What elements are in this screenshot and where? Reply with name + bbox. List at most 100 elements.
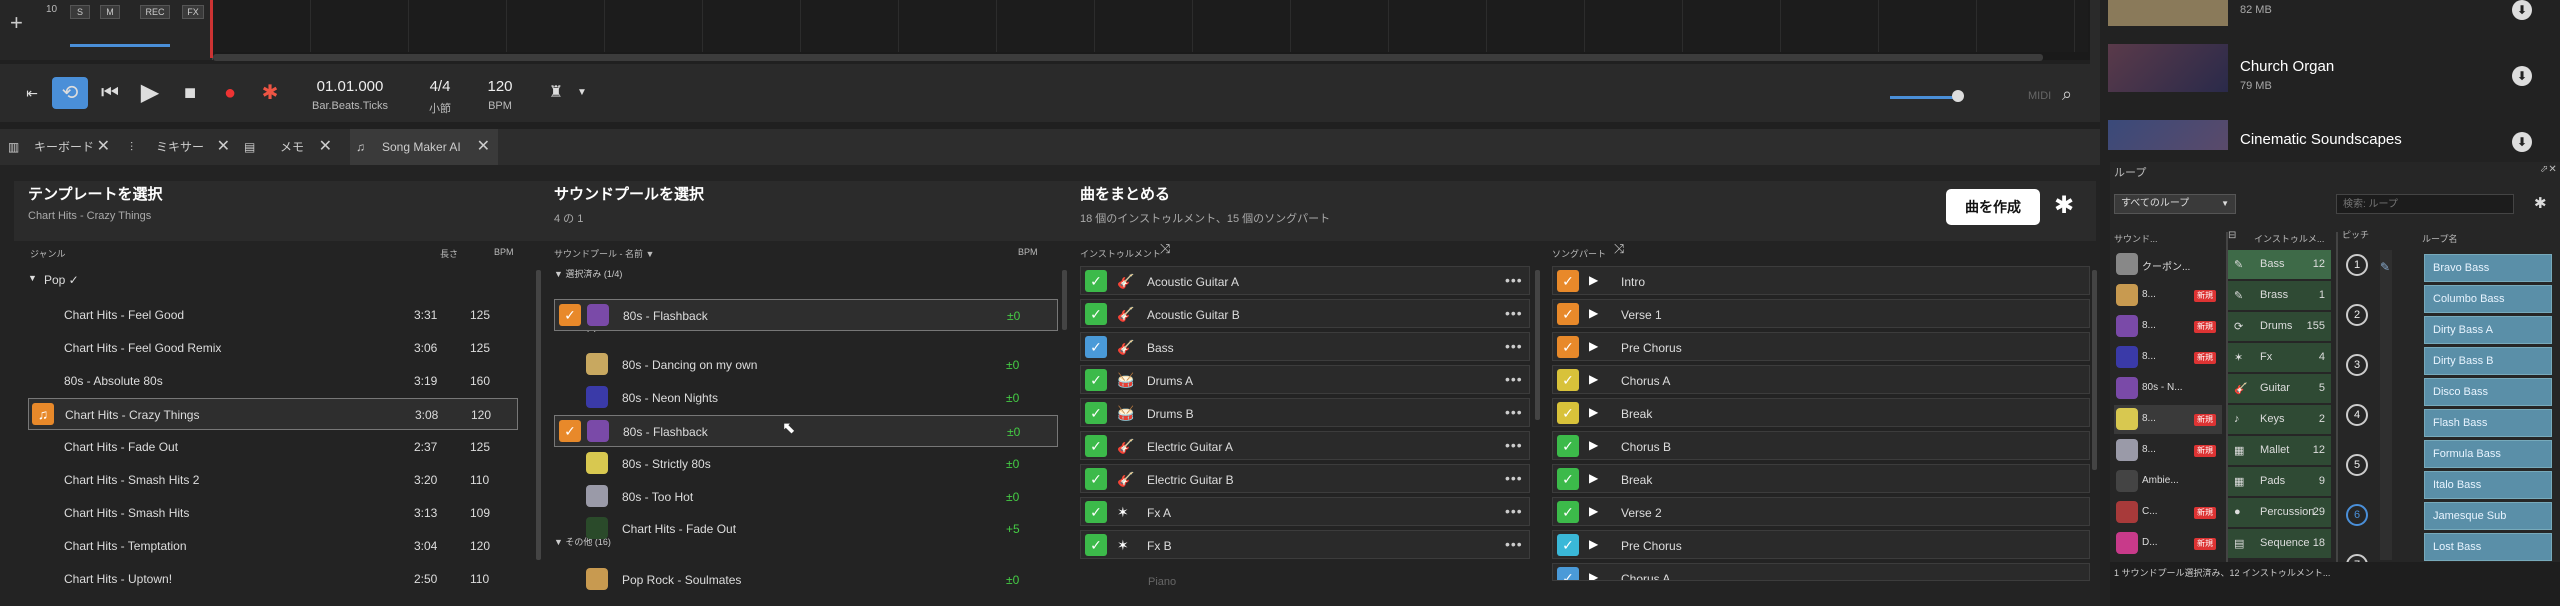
more-options-icon[interactable]: •••: [1505, 404, 1523, 420]
download-icon[interactable]: ⬇: [2512, 0, 2532, 20]
template-row[interactable]: ♫ Chart Hits - Crazy Things 3:08 120: [28, 398, 518, 430]
loop-name-row[interactable]: Columbo Bass: [2424, 285, 2552, 313]
check-icon[interactable]: ✓: [1557, 402, 1579, 424]
soundpool-name-header[interactable]: サウンドプール - 名前 ▼: [554, 247, 654, 260]
tab-song-maker[interactable]: ♫ Song Maker AI ✕: [350, 129, 498, 165]
loop-name-row[interactable]: Italo Bass: [2424, 471, 2552, 499]
solo-button[interactable]: S: [70, 5, 90, 19]
song-part-row[interactable]: ✓ ▶ Verse 1: [1552, 299, 2090, 328]
shuffle-instruments-icon[interactable]: ⤨: [1160, 241, 1170, 257]
template-row[interactable]: Chart Hits - Temptation 3:04 120: [28, 530, 518, 562]
template-row[interactable]: Chart Hits - Uptown! 2:50 110: [28, 563, 518, 595]
parts-scrollbar[interactable]: [2092, 270, 2097, 470]
loop-instrument-row[interactable]: ✎ Brass 1: [2228, 281, 2331, 310]
more-options-icon[interactable]: •••: [1505, 437, 1523, 453]
pitch-button[interactable]: 4: [2346, 404, 2368, 426]
soundpool-row[interactable]: 80s - Dancing on my own ±0: [554, 349, 1058, 381]
soundpool-row[interactable]: ✓ 80s - Flashback ±0: [554, 299, 1058, 331]
check-icon[interactable]: ✓: [1085, 402, 1107, 424]
loop-name-row[interactable]: Formula Bass: [2424, 440, 2552, 468]
download-icon[interactable]: ⬇: [2512, 66, 2532, 86]
instrument-row[interactable]: ✓ 🎸 Electric Guitar B •••: [1080, 464, 1530, 493]
loop-name-row[interactable]: Lost Bass: [2424, 533, 2552, 561]
instrument-column-header[interactable]: インストゥルメ...: [2254, 232, 2324, 245]
instruments-scrollbar[interactable]: [1535, 270, 1540, 420]
instrument-row[interactable]: ✓ 🎸 Bass •••: [1080, 332, 1530, 361]
loop-sound-row[interactable]: クーポン...: [2114, 250, 2222, 279]
shuffle-parts-icon[interactable]: ⤨: [1614, 241, 1624, 257]
loop-sound-row[interactable]: 8... 新規: [2114, 436, 2222, 465]
loop-filter-dropdown[interactable]: すべてのループ ▼: [2114, 194, 2236, 214]
pitch-button[interactable]: 6: [2346, 504, 2368, 526]
song-part-row[interactable]: ✓ ▶ Chorus A: [1552, 365, 2090, 394]
check-icon[interactable]: ✓: [1557, 468, 1579, 490]
check-icon[interactable]: ✓: [1085, 303, 1107, 325]
vertical-scrollbar[interactable]: [2090, 0, 2100, 64]
time-display[interactable]: 01.01.000: [300, 78, 400, 95]
loop-sound-row[interactable]: 8... 新規: [2114, 343, 2222, 372]
more-options-icon[interactable]: •••: [1505, 371, 1523, 387]
tempo-display[interactable]: 120: [480, 78, 520, 95]
loop-sound-row[interactable]: 80s - N...: [2114, 374, 2222, 403]
song-part-row[interactable]: ✓ ▶ Break: [1552, 398, 2090, 427]
check-icon[interactable]: ✓: [1085, 501, 1107, 523]
check-icon[interactable]: ✓: [1085, 534, 1107, 556]
arrange-scrollbar-left[interactable]: [1062, 270, 1067, 330]
instrument-row[interactable]: ✓ 🎸 Electric Guitar A •••: [1080, 431, 1530, 460]
instrument-row[interactable]: ✓ 🎸 Acoustic Guitar B •••: [1080, 299, 1530, 328]
loop-instrument-row[interactable]: 🎸 Guitar 5: [2228, 374, 2331, 403]
loop-sound-row[interactable]: C... 新規: [2114, 498, 2222, 527]
check-icon[interactable]: ✓: [1085, 435, 1107, 457]
collapse-icon[interactable]: ⊟: [2228, 230, 2236, 241]
signature-display[interactable]: 4/4: [420, 78, 460, 95]
song-part-row[interactable]: ✓ ▶ Intro: [1552, 266, 2090, 295]
instrument-row[interactable]: ✓ 🎸 Acoustic Guitar A •••: [1080, 266, 1530, 295]
instrument-row[interactable]: ✓ ✶ Fx A •••: [1080, 497, 1530, 526]
pitch-button[interactable]: 3: [2346, 354, 2368, 376]
template-row[interactable]: Chart Hits - Smash Hits 3:13 109: [28, 497, 518, 529]
loop-sound-row[interactable]: D... 新規: [2114, 529, 2222, 558]
loop-instrument-row[interactable]: ✶ Fx 4: [2228, 343, 2331, 372]
check-icon[interactable]: ✓: [1557, 369, 1579, 391]
loop-preview-icon[interactable]: ✎: [2380, 260, 2390, 274]
sound-column-header[interactable]: サウンド...: [2114, 232, 2158, 245]
check-icon[interactable]: ✓: [1557, 270, 1579, 292]
soundpool-scrollbar[interactable]: [536, 270, 541, 560]
song-part-row[interactable]: ✓ ▶ Chorus B: [1552, 431, 2090, 460]
gear-icon[interactable]: ✱: [2054, 191, 2074, 220]
template-row[interactable]: Chart Hits - Feel Good 3:31 125: [28, 299, 518, 331]
template-row[interactable]: Chart Hits - Smash Hits 2 3:20 110: [28, 464, 518, 496]
loop-instrument-row[interactable]: ▦ Pads 9: [2228, 467, 2331, 496]
add-track-icon[interactable]: +: [10, 10, 23, 36]
loop-name-row[interactable]: Dirty Bass A: [2424, 316, 2552, 344]
genre-group-pop[interactable]: ▼ Pop ✓: [28, 264, 518, 296]
loop-name-row[interactable]: Jamesque Sub: [2424, 502, 2552, 530]
arranger-grid[interactable]: [213, 0, 2088, 52]
record-icon[interactable]: ●: [212, 77, 248, 109]
song-part-row[interactable]: ✓ ▶ Verse 2: [1552, 497, 2090, 526]
soundbank-thumbnail[interactable]: [2108, 0, 2228, 26]
track-volume-bar[interactable]: [70, 44, 170, 47]
return-icon[interactable]: ⇤: [14, 77, 50, 109]
loop-sound-row[interactable]: 8... 新規: [2114, 312, 2222, 341]
loop-instrument-row[interactable]: ⟳ Drums 155: [2228, 312, 2331, 341]
tab-mixer[interactable]: ⫶ ミキサー ✕: [120, 129, 238, 165]
loop-name-row[interactable]: Dirty Bass B: [2424, 347, 2552, 375]
check-icon[interactable]: ✓: [1557, 534, 1579, 556]
loop-search-input[interactable]: [2336, 194, 2514, 214]
more-options-icon[interactable]: •••: [1505, 305, 1523, 321]
song-part-row[interactable]: ✓ ▶ Pre Chorus: [1552, 332, 2090, 361]
loop-sound-row[interactable]: Ambie...: [2114, 467, 2222, 496]
more-options-icon[interactable]: •••: [1505, 470, 1523, 486]
soundpool-row[interactable]: ✓ 80s - Flashback ±0: [554, 415, 1058, 447]
soundpool-row[interactable]: Chart Hits - Fade Out +5: [554, 513, 1058, 545]
download-icon[interactable]: ⬇: [2512, 132, 2532, 152]
tab-keyboard[interactable]: ▥ キーボード ✕: [0, 129, 118, 165]
check-icon[interactable]: ✓: [1557, 435, 1579, 457]
track-header[interactable]: + 10 S M REC FX: [0, 0, 213, 60]
soundpool-row[interactable]: 80s - Strictly 80s ±0: [554, 448, 1058, 480]
close-icon[interactable]: ✕: [477, 129, 490, 165]
play-icon[interactable]: ▶: [132, 77, 168, 109]
loop-name-column-header[interactable]: ループ名: [2422, 232, 2457, 245]
more-options-icon[interactable]: •••: [1505, 503, 1523, 519]
